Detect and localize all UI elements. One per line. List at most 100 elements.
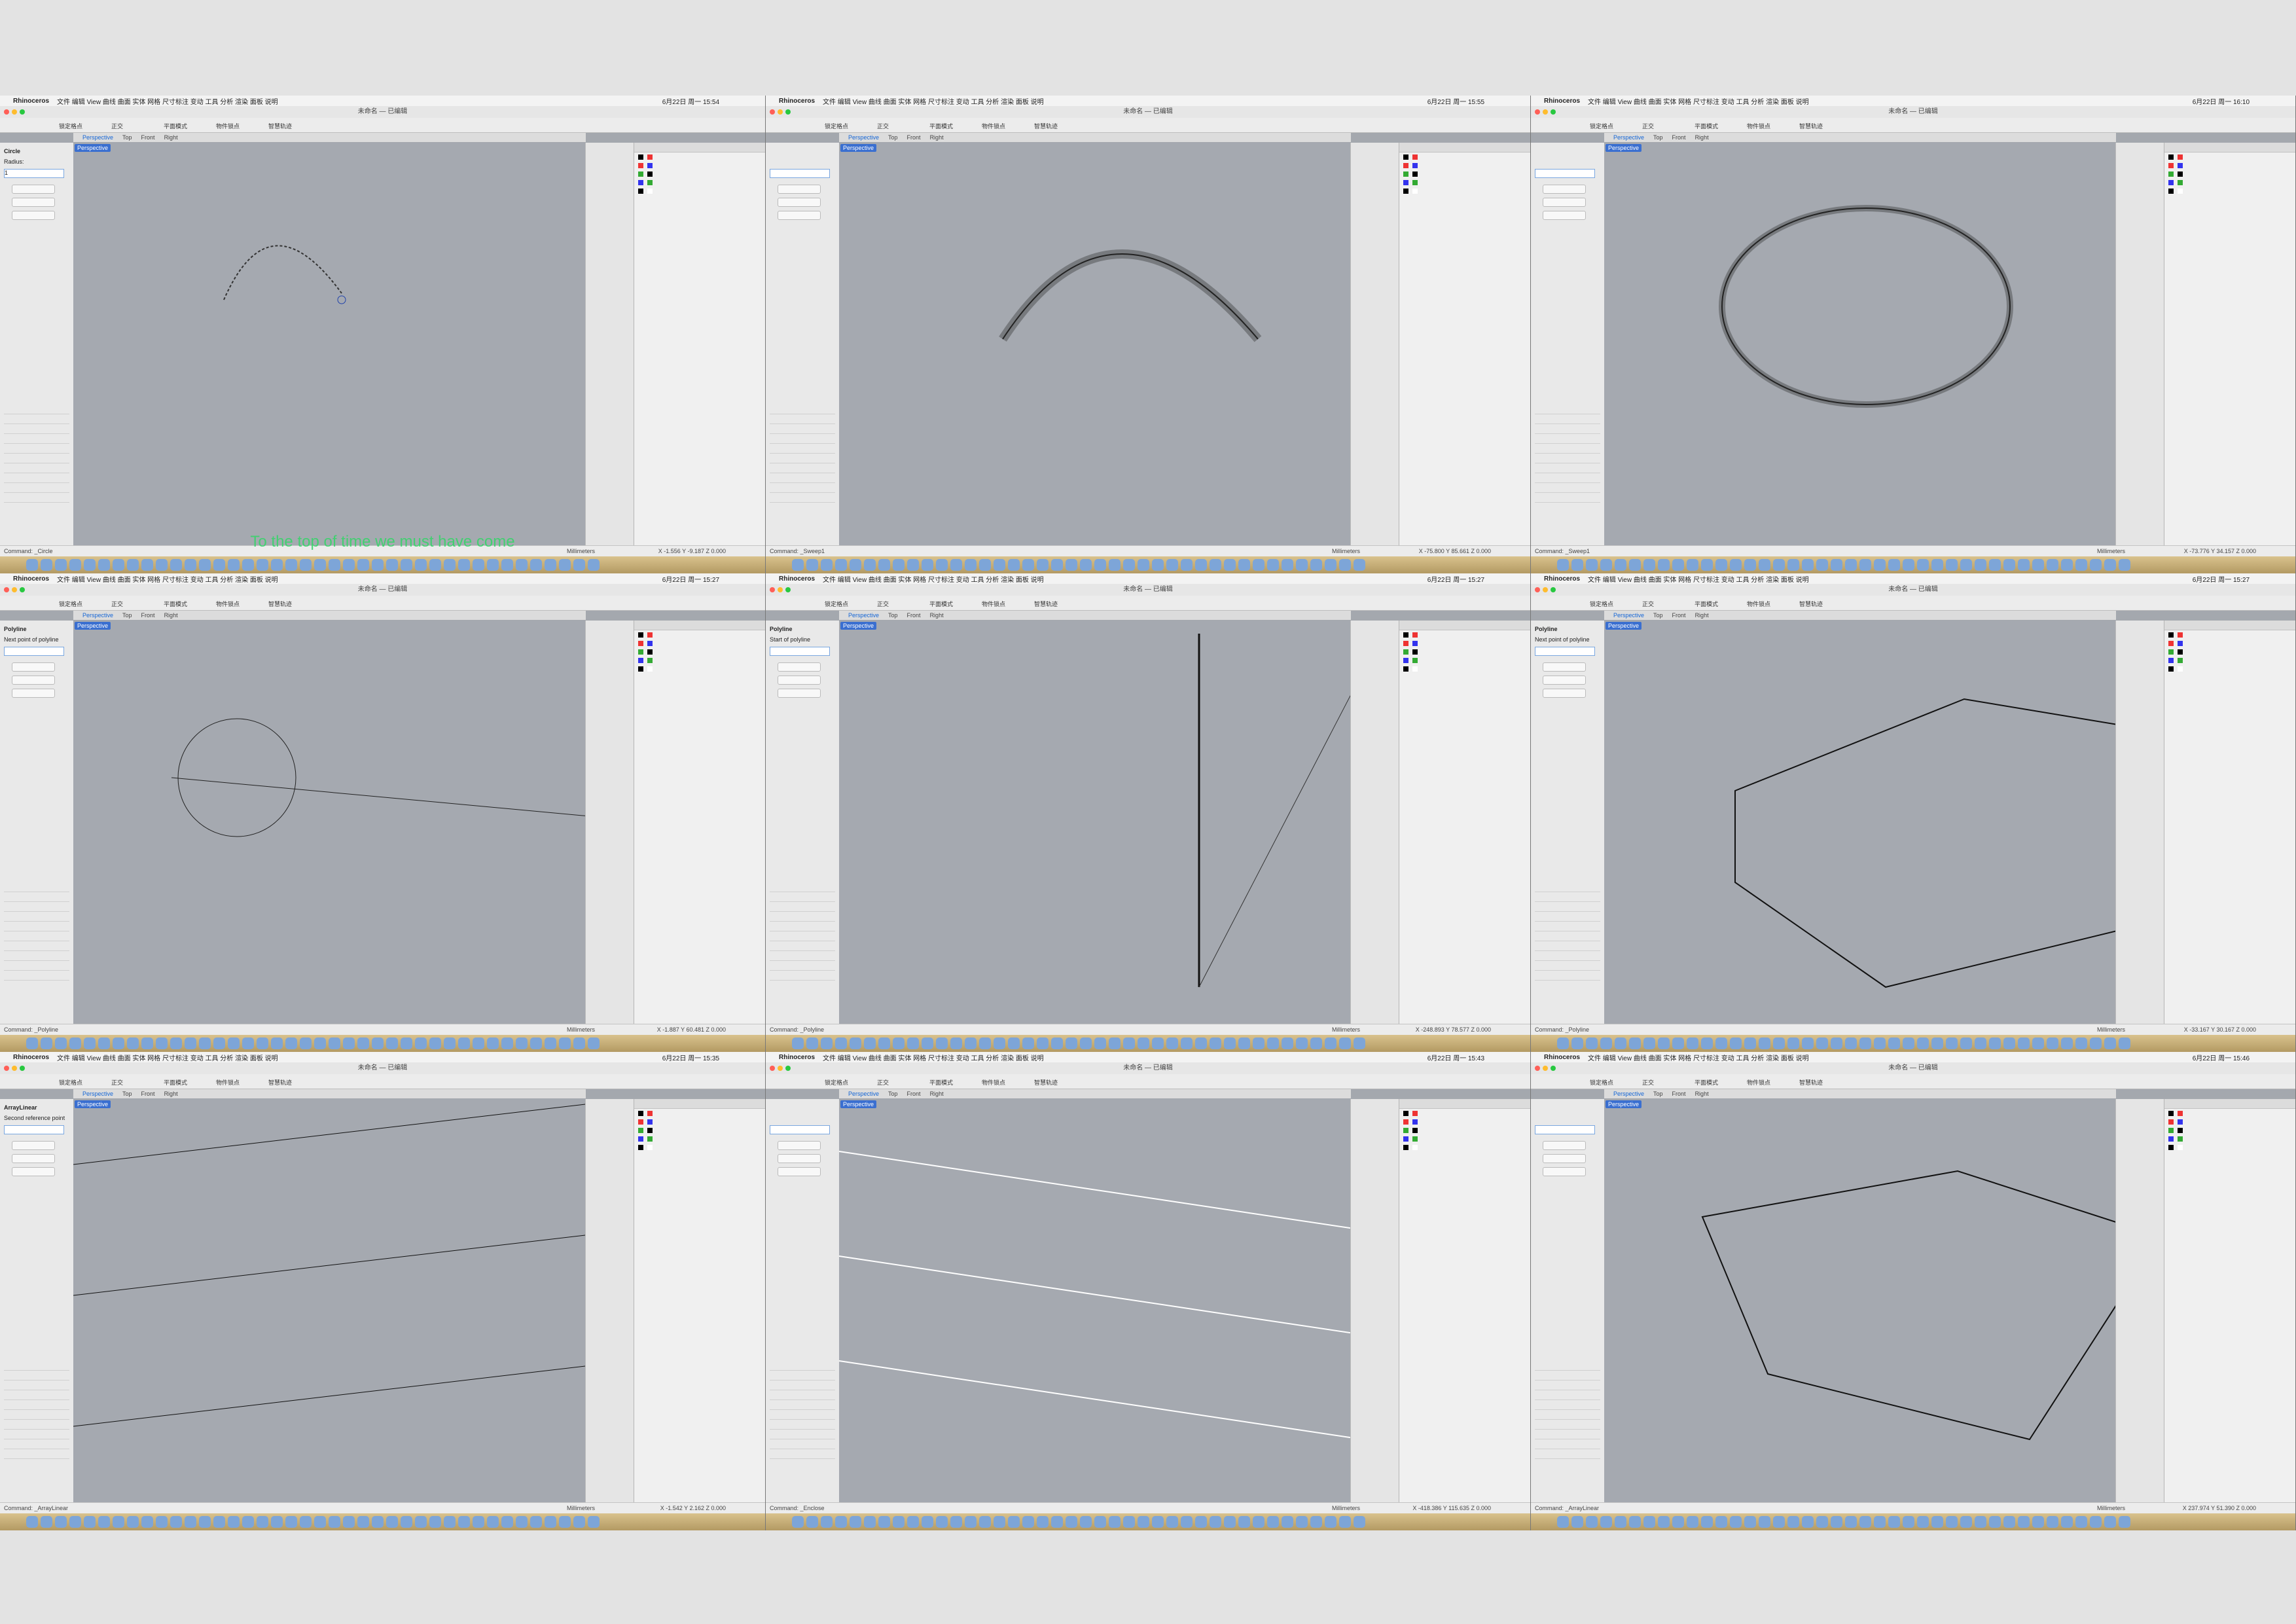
object-snap-list[interactable] <box>766 1361 839 1475</box>
command-input[interactable] <box>1535 169 1595 178</box>
dock-app-icon[interactable] <box>1859 1516 1871 1528</box>
dock-app-icon[interactable] <box>55 1038 67 1049</box>
dock-app-icon[interactable] <box>1586 559 1598 571</box>
dock-app-icon[interactable] <box>1354 1038 1365 1049</box>
dock-app-icon[interactable] <box>516 1516 528 1528</box>
perspective-viewport[interactable]: Perspective <box>839 621 1351 1024</box>
dock-app-icon[interactable] <box>415 1038 427 1049</box>
dock-app-icon[interactable] <box>835 1516 847 1528</box>
dock-app-icon[interactable] <box>127 1038 139 1049</box>
toolbar-button[interactable]: 物件锁点 <box>216 122 240 130</box>
dock-app-icon[interactable] <box>1138 1516 1149 1528</box>
dock-app-icon[interactable] <box>1296 1038 1308 1049</box>
menu-items[interactable]: 文件 编辑 View 曲线 曲面 实体 网格 尺寸标注 变动 工具 分析 渲染 … <box>1588 1053 1809 1062</box>
tool-palette[interactable] <box>585 621 634 1024</box>
dock-app-icon[interactable] <box>1845 559 1857 571</box>
dock-app-icon[interactable] <box>979 559 991 571</box>
dock-app-icon[interactable] <box>1152 1516 1164 1528</box>
dock-app-icon[interactable] <box>1109 559 1121 571</box>
dock-app-icon[interactable] <box>2090 1038 2102 1049</box>
dock-app-icon[interactable] <box>26 1516 38 1528</box>
dock-app-icon[interactable] <box>26 1038 38 1049</box>
app-menu[interactable]: Rhinoceros <box>779 575 815 583</box>
dock-app-icon[interactable] <box>501 1038 513 1049</box>
command-input[interactable] <box>770 1125 830 1134</box>
dock-app-icon[interactable] <box>372 1516 384 1528</box>
dock-app-icon[interactable] <box>1008 559 1020 571</box>
dock-app-icon[interactable] <box>1960 559 1972 571</box>
command-option-button[interactable] <box>1543 211 1586 220</box>
dock-app-icon[interactable] <box>473 1516 484 1528</box>
dock-app-icon[interactable] <box>1557 1038 1569 1049</box>
viewport-tab[interactable]: Front <box>1672 612 1686 619</box>
dock-app-icon[interactable] <box>950 1038 962 1049</box>
viewport-tab[interactable]: Top <box>122 1091 132 1097</box>
command-option-button[interactable] <box>12 662 55 672</box>
dock-app-icon[interactable] <box>850 1038 861 1049</box>
dock[interactable] <box>0 1035 765 1052</box>
perspective-viewport[interactable]: Perspective <box>839 143 1351 546</box>
dock-app-icon[interactable] <box>1802 1516 1814 1528</box>
dock-app-icon[interactable] <box>1903 559 1914 571</box>
toolbar-button[interactable]: 智慧轨迹 <box>1034 122 1058 130</box>
dock-app-icon[interactable] <box>588 559 600 571</box>
viewport-tab[interactable]: Right <box>164 1091 178 1097</box>
toolbar-button[interactable]: 平面模式 <box>1695 1078 1718 1087</box>
dock-app-icon[interactable] <box>41 1516 52 1528</box>
toolbar-button[interactable]: 锁定格点 <box>59 122 82 130</box>
dock-app-icon[interactable] <box>878 1516 890 1528</box>
dock-app-icon[interactable] <box>835 559 847 571</box>
dock-app-icon[interactable] <box>1181 1038 1193 1049</box>
dock-app-icon[interactable] <box>415 1516 427 1528</box>
dock-app-icon[interactable] <box>1845 1038 1857 1049</box>
dock-app-icon[interactable] <box>1946 1516 1958 1528</box>
dock-app-icon[interactable] <box>458 1516 470 1528</box>
dock[interactable] <box>0 556 765 573</box>
dock-app-icon[interactable] <box>1672 559 1684 571</box>
dock-app-icon[interactable] <box>878 1038 890 1049</box>
app-menu[interactable]: Rhinoceros <box>13 575 49 583</box>
dock-app-icon[interactable] <box>458 1038 470 1049</box>
window-controls[interactable] <box>1535 587 1556 592</box>
dock-app-icon[interactable] <box>1094 1038 1106 1049</box>
dock-app-icon[interactable] <box>864 1038 876 1049</box>
viewport-tab[interactable]: Right <box>1695 612 1709 619</box>
dock-app-icon[interactable] <box>1022 559 1034 571</box>
dock-app-icon[interactable] <box>1181 559 1193 571</box>
command-input[interactable] <box>770 647 830 656</box>
dock-app-icon[interactable] <box>1123 1516 1135 1528</box>
dock-app-icon[interactable] <box>1051 1038 1063 1049</box>
dock-app-icon[interactable] <box>69 559 81 571</box>
dock-app-icon[interactable] <box>1066 1516 1077 1528</box>
dock-app-icon[interactable] <box>69 1516 81 1528</box>
dock-app-icon[interactable] <box>1210 1516 1221 1528</box>
dock-app-icon[interactable] <box>1557 559 1569 571</box>
dock-app-icon[interactable] <box>1600 559 1612 571</box>
dock-app-icon[interactable] <box>1152 559 1164 571</box>
dock-app-icon[interactable] <box>285 1516 297 1528</box>
dock-app-icon[interactable] <box>1181 1516 1193 1528</box>
dock-app-icon[interactable] <box>1123 559 1135 571</box>
dock-app-icon[interactable] <box>300 1516 312 1528</box>
dock-app-icon[interactable] <box>185 1516 196 1528</box>
dock-app-icon[interactable] <box>141 1516 153 1528</box>
dock-app-icon[interactable] <box>41 559 52 571</box>
dock-app-icon[interactable] <box>55 559 67 571</box>
dock-app-icon[interactable] <box>806 559 818 571</box>
dock-app-icon[interactable] <box>401 1516 412 1528</box>
dock-app-icon[interactable] <box>357 559 369 571</box>
dock-app-icon[interactable] <box>429 1516 441 1528</box>
viewport-tab[interactable]: Top <box>1653 134 1663 141</box>
toolbar-button[interactable]: 平面模式 <box>164 122 187 130</box>
dock-app-icon[interactable] <box>559 559 571 571</box>
dock-app-icon[interactable] <box>864 1516 876 1528</box>
dock-app-icon[interactable] <box>1859 559 1871 571</box>
dock-app-icon[interactable] <box>1744 1038 1756 1049</box>
toolbar-button[interactable]: 物件锁点 <box>982 600 1005 608</box>
layers-panel[interactable] <box>1399 1099 1530 1503</box>
command-option-button[interactable] <box>12 198 55 207</box>
dock-app-icon[interactable] <box>156 1516 168 1528</box>
dock-app-icon[interactable] <box>1888 1516 1900 1528</box>
toolbar-button[interactable]: 正交 <box>1642 1078 1654 1087</box>
dock-app-icon[interactable] <box>821 1038 833 1049</box>
